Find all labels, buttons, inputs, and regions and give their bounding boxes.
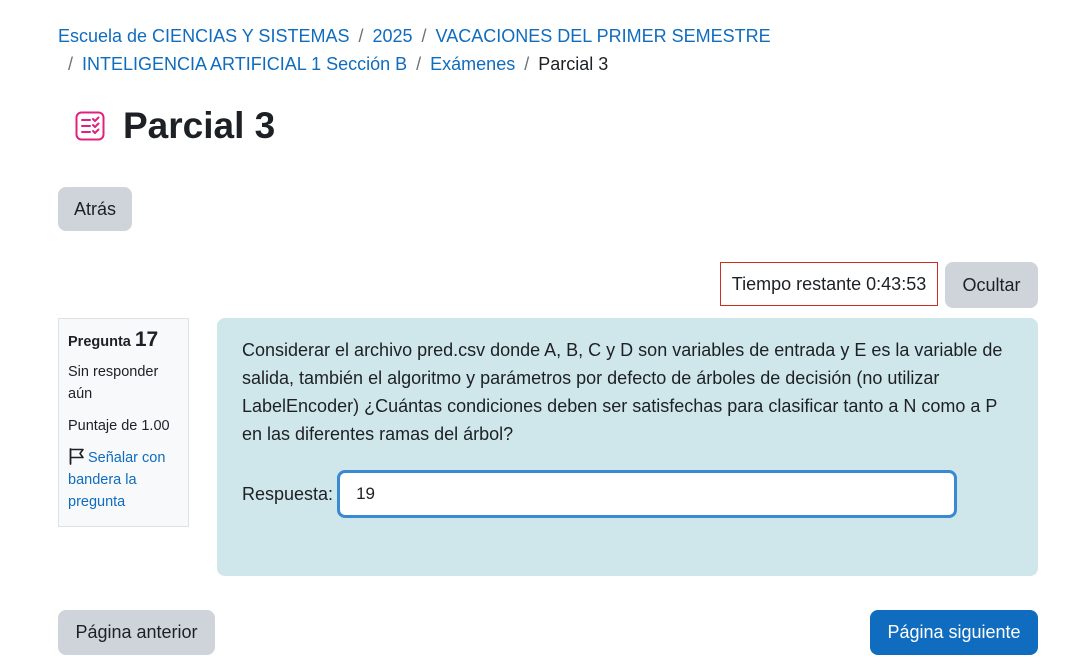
answer-input[interactable] (337, 470, 958, 518)
page-header: Parcial 3 (74, 104, 275, 148)
answer-label: Respuesta: (242, 483, 334, 504)
breadcrumb-item-course[interactable]: INTELIGENCIA ARTIFICIAL 1 Sección B (82, 54, 407, 74)
breadcrumb-item-year[interactable]: 2025 (372, 26, 412, 46)
breadcrumb-separator: / (421, 26, 427, 46)
previous-page-button[interactable]: Página anterior (58, 610, 215, 655)
next-page-button[interactable]: Página siguiente (870, 610, 1038, 655)
question-info: Pregunta 17 Sin responder aún Puntaje de… (58, 318, 189, 527)
breadcrumb-separator: / (68, 54, 74, 74)
page-title: Parcial 3 (123, 105, 276, 146)
quiz-attempt-page: Escuela de CIENCIAS Y SISTEMAS/2025/VACA… (0, 0, 1088, 657)
flag-icon (68, 447, 86, 465)
question-number-value: 17 (134, 328, 159, 351)
question-content: Considerar el archivo pred.csv donde A, … (217, 318, 1038, 576)
question-text: Considerar el archivo pred.csv donde A, … (242, 340, 1003, 444)
breadcrumb-item-term[interactable]: VACACIONES DEL PRIMER SEMESTRE (436, 26, 771, 46)
breadcrumb-separator: / (416, 54, 422, 74)
question-state: Sin responder aún (68, 364, 159, 402)
back-button[interactable]: Atrás (58, 187, 132, 231)
breadcrumb-separator: / (358, 26, 364, 46)
quiz-icon (74, 110, 106, 142)
question-label: Pregunta (68, 334, 131, 350)
breadcrumb-separator: / (524, 54, 530, 74)
breadcrumb-item-exams[interactable]: Exámenes (430, 54, 515, 74)
hide-timer-button[interactable]: Ocultar (945, 262, 1038, 308)
answer-row: Respuesta: (242, 470, 958, 518)
flag-question-link[interactable]: Señalar con bandera la pregunta (68, 447, 179, 513)
breadcrumb: Escuela de CIENCIAS Y SISTEMAS/2025/VACA… (58, 22, 818, 78)
breadcrumb-item-school[interactable]: Escuela de CIENCIAS Y SISTEMAS (58, 26, 349, 46)
question-grade: Puntaje de 1.00 (68, 418, 170, 434)
question-number: Pregunta 17 (68, 329, 179, 353)
breadcrumb-current: Parcial 3 (538, 54, 609, 74)
time-remaining: Tiempo restante 0:43:53 (720, 262, 938, 306)
